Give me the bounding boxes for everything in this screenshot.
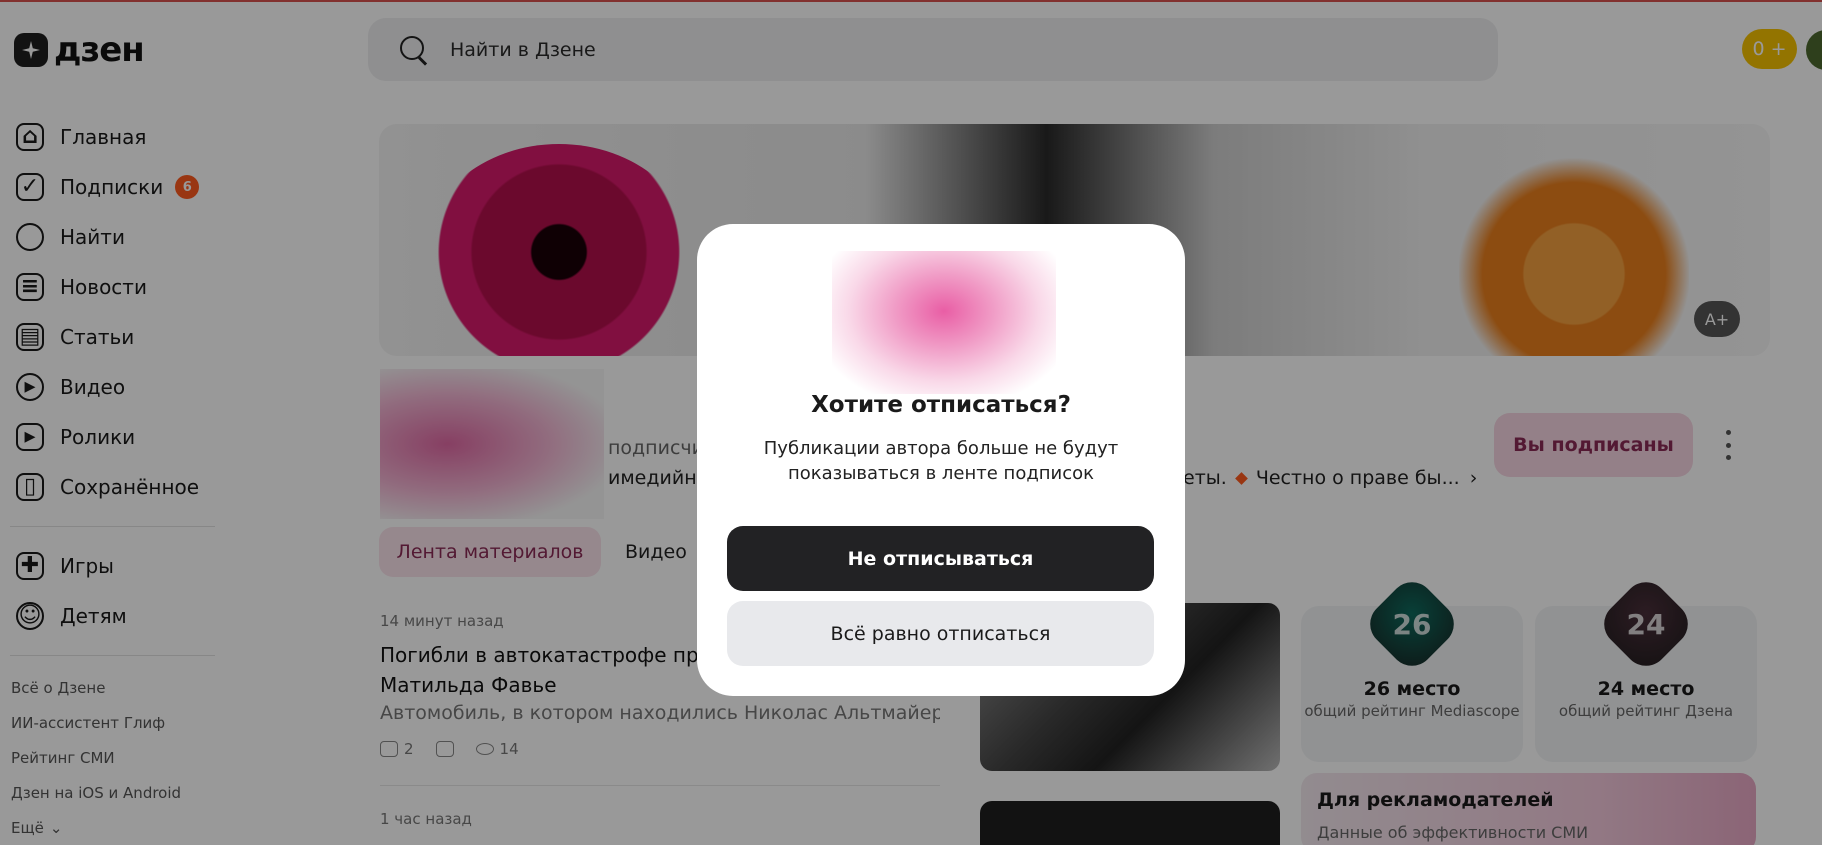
- unsubscribe-anyway-button[interactable]: Всё равно отписаться: [727, 601, 1154, 666]
- unsubscribe-dialog: Хотите отписаться? Публикации автора бол…: [697, 224, 1185, 696]
- stay-subscribed-button[interactable]: Не отписываться: [727, 526, 1154, 591]
- dialog-text: Публикации автора больше не будут показы…: [763, 438, 1119, 484]
- author-avatar: [832, 251, 1056, 394]
- dialog-title: Хотите отписаться?: [811, 392, 1071, 418]
